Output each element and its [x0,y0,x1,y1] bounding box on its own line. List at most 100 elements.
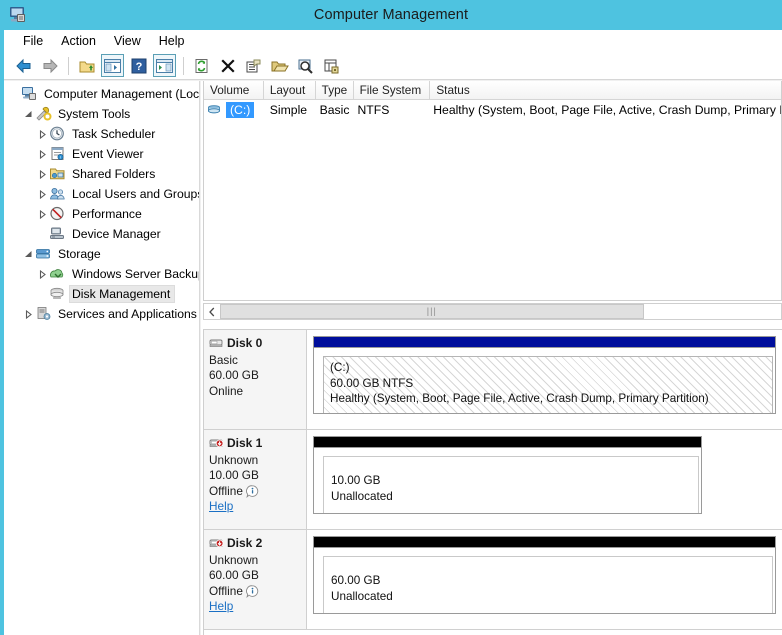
info-icon[interactable] [245,485,259,498]
partition-size: 10.00 GB [331,474,381,487]
partition-color-bar [314,537,775,548]
disk-row[interactable]: Disk 2 Unknown 60.00 GB Offline Help 60.… [204,530,782,630]
properties-button[interactable] [242,54,265,77]
action-pane-icon [156,58,173,73]
show-hide-console-tree-button[interactable] [101,54,124,77]
column-header-file-system[interactable]: File System [354,81,431,99]
partition[interactable]: 60.00 GB Unallocated [313,536,776,614]
partition[interactable]: 10.00 GB Unallocated [313,436,702,514]
menu-help[interactable]: Help [150,32,194,50]
disk-type: Unknown [209,552,259,567]
tree-item-event-viewer[interactable]: i Event Viewer [4,144,199,164]
disk-status: Offline [209,484,306,500]
disk-info-disk-2[interactable]: Disk 2 Unknown 60.00 GB Offline Help [204,530,307,629]
tree-item-label: Performance [72,207,142,221]
help-link[interactable]: Help [209,599,306,615]
disk-row[interactable]: Disk 1 Unknown 10.00 GB Offline Help 10.… [204,430,782,530]
forward-button[interactable] [38,54,61,77]
tree-item-label: Task Scheduler [72,127,156,141]
tree-item-disk-management[interactable]: Disk Management [4,284,199,304]
twisty-expanded-icon[interactable] [22,246,35,262]
menu-action[interactable]: Action [52,32,105,50]
disk-graphical-view[interactable]: Disk 0 Basic 60.00 GB Online (C:) 60.00 … [203,329,782,635]
tree-item-system-tools[interactable]: System Tools [4,104,199,124]
info-icon[interactable] [245,585,259,598]
properties-icon [246,59,261,72]
tree-item-computer-management[interactable]: Computer Management (Local [4,84,199,104]
disk-info-disk-0[interactable]: Disk 0 Basic 60.00 GB Online [204,330,307,429]
storage-icon [35,246,52,262]
tree-item-device-manager[interactable]: Device Manager [4,224,199,244]
scrollbar-grip: ||| [426,306,437,316]
tree-item-services-and-applications[interactable]: Services and Applications [4,304,199,324]
tree-item-windows-server-backup[interactable]: Windows Server Backup [4,264,199,284]
menu-file[interactable]: File [14,32,52,50]
open-button[interactable] [268,54,291,77]
twisty-collapsed-icon[interactable] [36,126,49,142]
horizontal-scrollbar[interactable]: ||| [203,303,782,320]
partition-detail: (C:) 60.00 GB NTFS Healthy (System, Boot… [323,356,773,413]
volume-cell: (C:) [204,102,264,118]
folder-up-icon [79,61,94,72]
tree-item-storage[interactable]: Storage [4,244,199,264]
show-hide-action-pane-button[interactable] [153,54,176,77]
tree-item-shared-folders[interactable]: Shared Folders [4,164,199,184]
table-row[interactable]: (C:) Simple Basic NTFS Healthy (System, … [204,100,781,120]
tree-item-performance[interactable]: Performance [4,204,199,224]
twisty-collapsed-icon[interactable] [36,146,49,162]
up-one-level-button[interactable] [75,54,98,77]
disk-status: Offline [209,584,306,600]
menu-view[interactable]: View [105,32,150,50]
tree-item-task-scheduler[interactable]: Task Scheduler [4,124,199,144]
arrow-right-icon [43,58,58,73]
volume-list[interactable]: Volume Layout Type File System Status (C… [203,81,782,301]
twisty-collapsed-icon[interactable] [36,266,49,282]
report-button[interactable] [320,54,343,77]
disk-state-label: Offline [209,583,243,598]
tree-item-label: Windows Server Backup [72,267,200,281]
refresh-button[interactable] [190,54,213,77]
tree-item-label: Storage [58,247,101,261]
disk-title: Disk 2 [209,536,306,552]
toolbar: ? [4,52,782,80]
disk-info-disk-1[interactable]: Disk 1 Unknown 10.00 GB Offline Help [204,430,307,529]
disk-title: Disk 1 [209,436,306,452]
tree-item-label: Event Viewer [72,147,144,161]
partition[interactable]: (C:) 60.00 GB NTFS Healthy (System, Boot… [313,336,776,414]
file-system-cell: NTFS [357,103,390,117]
disk-row[interactable]: Disk 0 Basic 60.00 GB Online (C:) 60.00 … [204,330,782,430]
chevron-left-icon[interactable] [204,304,220,319]
column-header-status[interactable]: Status [430,81,781,99]
computer-management-window: Computer Management File Action View Hel… [0,0,782,635]
twisty-collapsed-icon[interactable] [36,186,49,202]
disk-state-label: Offline [209,483,243,498]
magnifier-icon [298,59,313,74]
find-button[interactable] [294,54,317,77]
column-header-type[interactable]: Type [316,81,354,99]
tree-item-local-users-and-groups[interactable]: Local Users and Groups [4,184,199,204]
scrollbar-track[interactable]: ||| [220,304,781,319]
column-header-layout[interactable]: Layout [264,81,316,99]
svg-text:?: ? [135,61,142,73]
twisty-collapsed-icon[interactable] [36,206,49,222]
tree-item-label: Local Users and Groups [72,187,200,201]
twisty-collapsed-icon[interactable] [22,306,35,322]
delete-button[interactable] [216,54,239,77]
column-header-volume[interactable]: Volume [204,81,264,99]
tree-item-label: System Tools [58,107,131,121]
back-button[interactable] [12,54,35,77]
system-tools-icon [35,106,52,122]
twisty-expanded-icon[interactable] [22,106,35,122]
console-tree[interactable]: Computer Management (Local System Tools [4,81,200,635]
partition-color-bar [314,437,701,448]
disk-type: Unknown [209,452,259,467]
partition-size: 60.00 GB NTFS [330,376,414,390]
help-link[interactable]: Help [209,499,306,515]
window-title: Computer Management [313,7,469,23]
scrollbar-thumb[interactable]: ||| [220,304,644,319]
twisty-collapsed-icon[interactable] [36,166,49,182]
help-button[interactable]: ? [127,54,150,77]
svg-text:i: i [60,154,61,159]
open-folder-icon [271,61,289,71]
disk-name: Disk 2 [227,536,263,550]
